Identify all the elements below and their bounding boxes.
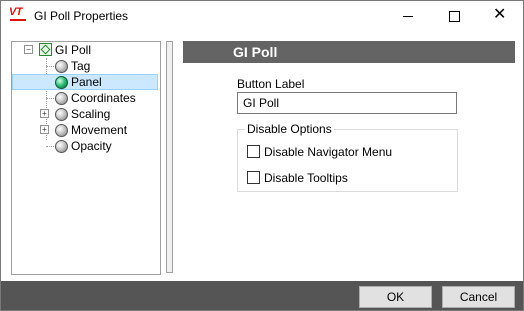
minimize-button[interactable]: [385, 1, 431, 31]
panel-title: GI Poll: [233, 44, 278, 60]
node-icon: [55, 140, 68, 153]
tree-item-root[interactable]: − GI Poll: [12, 42, 158, 58]
disable-tooltips-checkbox[interactable]: [247, 171, 260, 184]
node-icon: [55, 60, 68, 73]
collapse-icon[interactable]: −: [24, 45, 33, 54]
panel-header: GI Poll: [183, 41, 515, 63]
close-button[interactable]: ✕: [477, 1, 523, 31]
vt-logo-icon: VT: [9, 6, 27, 24]
ok-button[interactable]: OK: [359, 286, 432, 308]
properties-window: VT GI Poll Properties ✕ − GI Poll Tag Pa…: [0, 0, 524, 311]
tree-item-tag[interactable]: Tag: [12, 58, 158, 74]
tree-item-panel[interactable]: Panel: [12, 74, 158, 90]
tree-item-coordinates[interactable]: Coordinates: [12, 90, 158, 106]
maximize-button[interactable]: [431, 1, 477, 31]
maximize-icon: [449, 11, 460, 22]
button-label-caption: Button Label: [237, 77, 305, 91]
title-bar[interactable]: VT GI Poll Properties ✕: [1, 1, 523, 31]
tree-item-label: Tag: [71, 59, 91, 73]
minimize-icon: [403, 16, 413, 17]
expand-icon[interactable]: +: [40, 125, 49, 134]
button-label-input[interactable]: [237, 92, 457, 114]
window-title: GI Poll Properties: [34, 9, 129, 23]
tree-item-scaling[interactable]: + Scaling: [12, 106, 158, 122]
expand-icon[interactable]: +: [40, 109, 49, 118]
tree-item-label: Scaling: [71, 107, 111, 121]
tree-item-label: Coordinates: [71, 91, 136, 105]
tree-item-movement[interactable]: + Movement: [12, 122, 158, 138]
cancel-button[interactable]: Cancel: [442, 286, 515, 308]
tree-item-label: Opacity: [71, 139, 112, 153]
close-icon: ✕: [493, 6, 507, 23]
disable-options-title: Disable Options: [245, 122, 334, 136]
tree-item-label: GI Poll: [55, 43, 92, 57]
tree-item-opacity[interactable]: Opacity: [12, 138, 158, 154]
property-tree[interactable]: − GI Poll Tag Panel Coordinates + Scalin…: [11, 41, 161, 275]
node-icon: [55, 124, 68, 137]
disable-tooltips-label[interactable]: Disable Tooltips: [264, 171, 348, 185]
tree-item-label: Movement: [71, 123, 128, 137]
disable-navigator-label[interactable]: Disable Navigator Menu: [264, 145, 392, 159]
tree-item-label: Panel: [71, 75, 102, 89]
disable-navigator-checkbox[interactable]: [247, 145, 260, 158]
panel-splitter[interactable]: [166, 41, 173, 273]
object-icon: [39, 43, 52, 56]
selected-node-icon: [55, 76, 68, 89]
node-icon: [55, 92, 68, 105]
node-icon: [55, 108, 68, 121]
